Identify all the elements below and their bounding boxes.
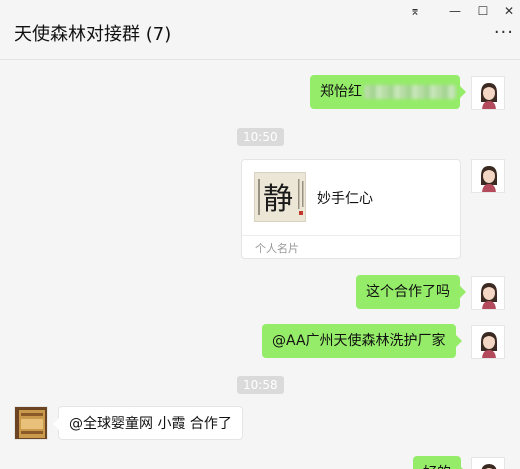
girl-avatar-icon	[472, 77, 504, 109]
brand-avatar-icon	[15, 407, 47, 439]
calligraphy-char: 静	[263, 182, 293, 217]
message-text: 郑怡红	[320, 84, 362, 100]
minimize-button[interactable]: —	[444, 2, 466, 20]
pin-icon[interactable]: ⌆	[404, 2, 426, 20]
girl-avatar-icon	[472, 160, 504, 192]
title-bar: 天使森林对接群 (7) ⌆ — ☐ ✕ ···	[0, 0, 520, 60]
self-avatar[interactable]	[471, 325, 505, 359]
message-text: 好的	[423, 465, 451, 469]
message-text: @全球婴童网 小霞 合作了	[69, 416, 232, 432]
timestamp: 10:58	[237, 376, 284, 394]
contact-avatar[interactable]	[14, 406, 48, 440]
close-button[interactable]: ✕	[498, 2, 520, 20]
chat-title: 天使森林对接群 (7)	[14, 24, 172, 45]
girl-avatar-icon	[472, 326, 504, 358]
contact-card-label: 个人名片	[255, 242, 299, 255]
girl-avatar-icon	[472, 277, 504, 309]
contact-card[interactable]: 静 妙手仁心 个人名片	[241, 159, 461, 259]
self-avatar[interactable]	[471, 159, 505, 193]
self-avatar[interactable]	[471, 457, 505, 469]
maximize-button[interactable]: ☐	[472, 2, 494, 20]
redacted-text	[364, 85, 456, 99]
message-bubble-self[interactable]: 这个合作了吗	[356, 275, 466, 309]
message-list[interactable]: 郑怡红 10:50 静 妙手仁心 个人名片 这个合作了吗 @AA广州天使森林洗护…	[0, 61, 520, 469]
message-bubble-self[interactable]: 好的	[413, 456, 467, 469]
message-bubble-self[interactable]: @AA广州天使森林洗护厂家	[262, 324, 462, 358]
girl-avatar-icon	[472, 458, 504, 469]
message-text: @AA广州天使森林洗护厂家	[272, 333, 446, 349]
self-avatar[interactable]	[471, 76, 505, 110]
timestamp: 10:50	[237, 128, 284, 146]
contact-card-image: 静	[254, 172, 306, 222]
more-options-icon[interactable]: ···	[494, 24, 514, 42]
self-avatar[interactable]	[471, 276, 505, 310]
message-bubble-other[interactable]: @全球婴童网 小霞 合作了	[53, 406, 243, 440]
card-divider	[242, 235, 460, 236]
message-text: 这个合作了吗	[366, 284, 450, 300]
message-bubble-self[interactable]: 郑怡红	[310, 75, 466, 109]
contact-card-name: 妙手仁心	[317, 191, 373, 207]
